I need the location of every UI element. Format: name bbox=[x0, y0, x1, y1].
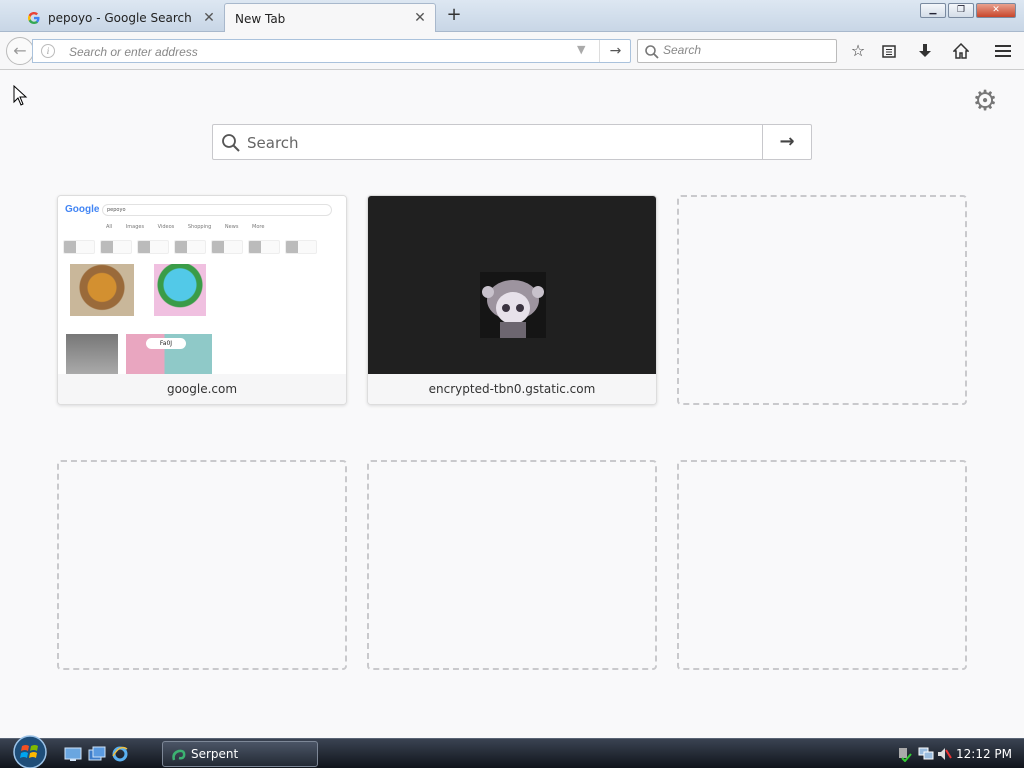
system-tray: 12:12 PM bbox=[884, 739, 1024, 768]
tile-thumbnail bbox=[368, 196, 656, 374]
newtab-search-box[interactable]: → bbox=[212, 124, 812, 160]
thumbnail-tabs: All Images Videos Shopping News More bbox=[106, 224, 265, 230]
address-bar[interactable]: i ▼ → bbox=[32, 39, 631, 63]
tab-new-tab[interactable]: New Tab ✕ bbox=[224, 3, 436, 33]
serpent-icon bbox=[172, 749, 186, 761]
empty-tile-slot bbox=[367, 460, 657, 670]
top-site-tile-gstatic[interactable]: encrypted-tbn0.gstatic.com bbox=[367, 195, 657, 405]
tab-title: pepoyo - Google Search bbox=[48, 11, 192, 25]
thumbnail-image bbox=[70, 264, 134, 316]
history-dropdown-icon[interactable]: ▼ bbox=[577, 43, 585, 56]
empty-tile-slot bbox=[677, 460, 967, 670]
tab-google-search[interactable]: pepoyo - Google Search ✕ bbox=[16, 4, 224, 32]
clock[interactable]: 12:12 PM bbox=[956, 747, 1012, 761]
internet-explorer-icon[interactable] bbox=[111, 746, 129, 762]
toolbar-search-input[interactable] bbox=[663, 43, 831, 57]
tile-thumbnail: Google pepoyo All Images Videos Shopping… bbox=[58, 196, 346, 374]
close-tab-icon[interactable]: ✕ bbox=[413, 10, 427, 26]
window-controls: ▁ ❐ ✕ bbox=[918, 3, 1016, 18]
speech-bubble: Fa0J bbox=[146, 338, 186, 349]
thumbnail-chips bbox=[63, 240, 343, 256]
anime-character-image bbox=[480, 272, 546, 338]
minimize-icon[interactable]: ▁ bbox=[920, 3, 946, 18]
empty-tile-slot bbox=[677, 195, 967, 405]
mouse-cursor-icon bbox=[13, 85, 28, 106]
tab-title: New Tab bbox=[235, 11, 286, 26]
url-input[interactable] bbox=[69, 43, 569, 60]
google-logo: Google bbox=[65, 204, 100, 215]
tab-strip: pepoyo - Google Search ✕ New Tab ✕ + ▁ ❐… bbox=[0, 0, 1024, 33]
toolbar-search-box[interactable] bbox=[637, 39, 837, 63]
search-go-arrow-icon[interactable]: → bbox=[762, 125, 811, 159]
bookmark-star-icon[interactable]: ☆ bbox=[847, 40, 869, 62]
show-desktop-icon[interactable] bbox=[64, 746, 82, 762]
top-site-tile-google[interactable]: Google pepoyo All Images Videos Shopping… bbox=[57, 195, 347, 405]
volume-icon[interactable] bbox=[936, 746, 952, 762]
tile-caption: encrypted-tbn0.gstatic.com bbox=[368, 374, 656, 404]
hamburger-menu-icon[interactable] bbox=[992, 40, 1014, 62]
back-arrow-icon[interactable]: ← bbox=[6, 37, 34, 65]
close-tab-icon[interactable]: ✕ bbox=[202, 10, 216, 26]
empty-tile-slot bbox=[57, 460, 347, 670]
windows-start-orb-icon[interactable] bbox=[8, 735, 52, 768]
info-icon[interactable]: i bbox=[41, 44, 55, 58]
window-close-icon[interactable]: ✕ bbox=[976, 3, 1016, 18]
taskbar-item-serpent[interactable]: Serpent bbox=[162, 741, 318, 767]
tile-caption: google.com bbox=[58, 374, 346, 404]
switch-windows-icon[interactable] bbox=[88, 746, 106, 762]
search-icon bbox=[222, 134, 240, 152]
taskbar-item-label: Serpent bbox=[191, 747, 239, 761]
search-icon bbox=[645, 45, 659, 59]
download-icon[interactable] bbox=[914, 40, 936, 62]
go-arrow-icon[interactable]: → bbox=[599, 40, 631, 62]
newtab-search-input[interactable] bbox=[247, 133, 747, 153]
safely-remove-hardware-icon[interactable] bbox=[896, 746, 912, 762]
restore-icon[interactable]: ❐ bbox=[948, 3, 974, 18]
reading-list-icon[interactable] bbox=[878, 40, 900, 62]
new-tab-plus-icon[interactable]: + bbox=[444, 5, 464, 25]
google-g-icon bbox=[26, 10, 42, 26]
network-icon[interactable] bbox=[918, 746, 934, 762]
thumbnail-image bbox=[154, 264, 206, 316]
windows-taskbar: Serpent 12:12 PM bbox=[0, 738, 1024, 768]
thumbnail-searchbox: pepoyo bbox=[102, 204, 332, 216]
customize-gear-icon[interactable]: ⚙ bbox=[970, 86, 1000, 116]
home-icon[interactable] bbox=[950, 40, 972, 62]
navigation-toolbar: ← i ▼ → ☆ bbox=[0, 32, 1024, 70]
thumbnail-image bbox=[66, 334, 118, 374]
